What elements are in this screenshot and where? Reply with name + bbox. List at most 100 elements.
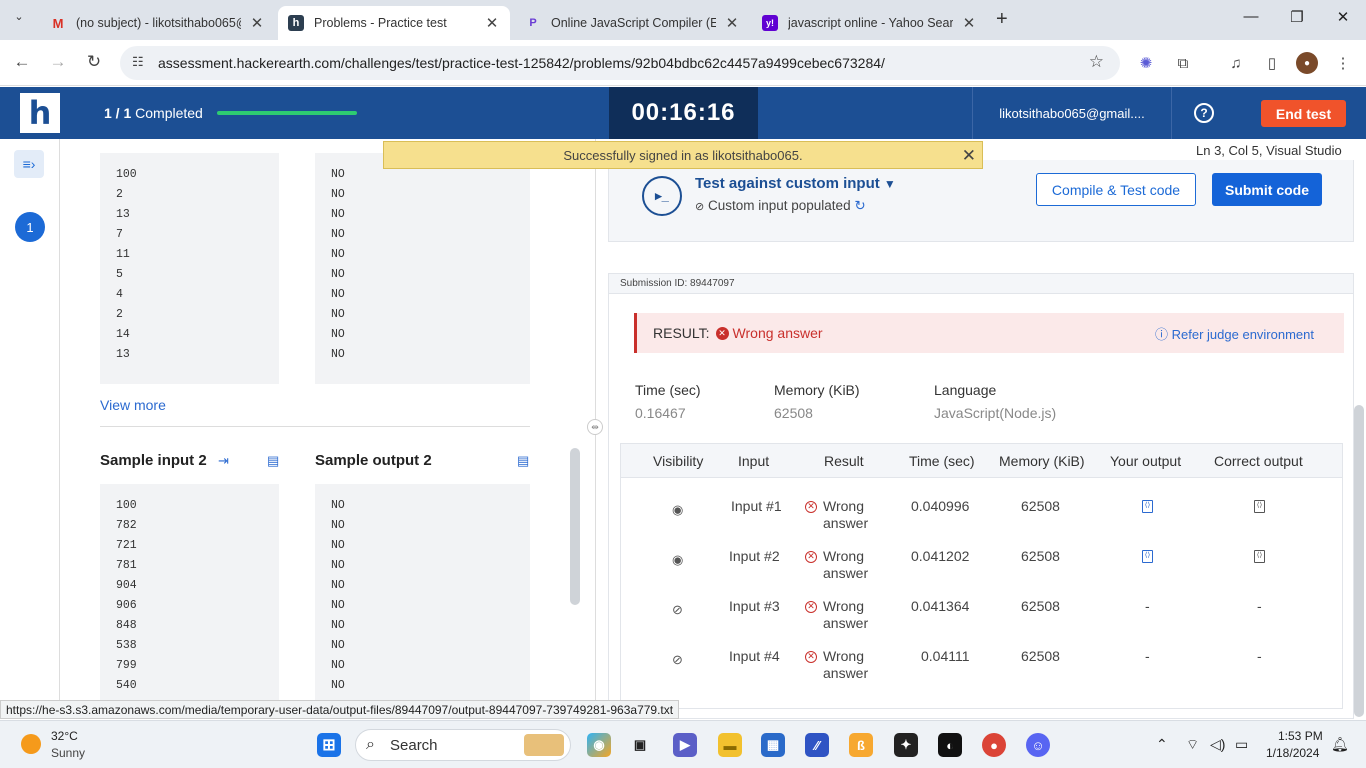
code-line: 848 — [116, 619, 137, 632]
chrome-icon[interactable]: ● — [982, 733, 1006, 757]
your-output-file-icon[interactable]: ⟨⟩ — [1142, 500, 1153, 513]
custom-input-toggle[interactable]: Test against custom input ▼ — [695, 175, 896, 192]
file-explorer-icon[interactable]: ▬ — [718, 733, 742, 757]
wrong-icon: ✕ — [805, 501, 817, 513]
code-line: 538 — [116, 639, 137, 652]
weather-temp[interactable]: 32°C — [51, 729, 78, 743]
custom-input-status: ⊘ Custom input populated ↻ — [695, 198, 866, 213]
your-output-cell: - — [1145, 648, 1150, 664]
close-tab-icon[interactable]: ✕ — [961, 14, 977, 32]
tab-search-button[interactable]: ⌄ — [8, 10, 30, 30]
profile-avatar[interactable]: ● — [1296, 52, 1318, 74]
code-line: 2 — [116, 188, 123, 201]
discord-icon[interactable]: ☺ — [1026, 733, 1050, 757]
correct-output-file-icon[interactable]: ⟨⟩ — [1254, 500, 1265, 513]
code-line: NO — [331, 499, 345, 512]
battery-icon[interactable]: ▭ — [1235, 736, 1248, 753]
tray-overflow-icon[interactable]: ⌃ — [1156, 736, 1168, 753]
link-preview-status: https://he-s3.s3.amazonaws.com/media/tem… — [0, 700, 680, 719]
browser-tab-gmail[interactable]: M (no subject) - likotsithabo065@ ✕ — [40, 6, 275, 40]
browser-tab-yahoo[interactable]: y! javascript online - Yahoo Search ✕ — [752, 6, 987, 40]
left-panel-scrollbar[interactable] — [570, 448, 580, 605]
extensions-puzzle-icon[interactable]: ⧉ — [1172, 52, 1194, 74]
view-more-link[interactable]: View more — [100, 397, 166, 413]
search-highlight-icon — [524, 734, 564, 756]
browser-tab-hackerearth[interactable]: h Problems - Practice test ✕ — [278, 6, 510, 40]
memory-label: Memory (KiB) — [774, 382, 860, 398]
submission-id: Submission ID: 89447097 — [609, 274, 1353, 294]
restore-icon[interactable]: ❐ — [1282, 8, 1312, 26]
extension-icon[interactable]: ✺ — [1135, 52, 1157, 74]
code-line: NO — [331, 308, 345, 321]
wifi-icon[interactable]: ⌔ — [1186, 736, 1199, 754]
back-icon[interactable]: ← — [10, 52, 34, 72]
close-tab-icon[interactable]: ✕ — [249, 14, 265, 32]
browser-menu-icon[interactable]: ⋮ — [1332, 52, 1354, 74]
github-icon[interactable]: ◐ — [938, 733, 962, 757]
correct-output-file-icon[interactable]: ⟨⟩ — [1254, 550, 1265, 563]
open-input-icon[interactable]: ⇥ — [218, 453, 229, 469]
clock-date[interactable]: 1/18/2024 — [1266, 746, 1319, 760]
app-b-icon[interactable]: ß — [849, 733, 873, 757]
close-toast-icon[interactable]: ✕ — [962, 146, 976, 166]
bookmark-star-icon[interactable]: ☆ — [1089, 52, 1104, 72]
copilot-icon[interactable]: ◉ — [587, 733, 611, 757]
new-tab-icon[interactable]: + — [996, 8, 1008, 31]
toast-message: Successfully signed in as likotsithabo06… — [563, 147, 803, 163]
site-info-icon[interactable]: ☷ — [132, 54, 144, 70]
side-panel-icon[interactable]: ▯ — [1261, 52, 1283, 74]
weather-sun-icon[interactable] — [21, 734, 41, 754]
your-output-file-icon[interactable]: ⟨⟩ — [1142, 550, 1153, 563]
forward-icon[interactable]: → — [46, 52, 70, 72]
address-bar[interactable]: ☷ assessment.hackerearth.com/challenges/… — [120, 46, 1120, 80]
code-line: 100 — [116, 499, 137, 512]
resize-handle-icon[interactable]: ⇹ — [587, 419, 603, 435]
memory-value: 62508 — [774, 405, 813, 421]
section-divider — [100, 426, 530, 427]
code-line: NO — [331, 208, 345, 221]
question-number-button[interactable]: 1 — [15, 212, 45, 242]
close-window-icon[interactable]: ✕ — [1328, 8, 1358, 26]
hackerearth-logo[interactable]: h — [20, 93, 60, 133]
minimize-icon[interactable]: — — [1236, 8, 1266, 25]
code-line: 5 — [116, 268, 123, 281]
refer-judge-link[interactable]: ⓘ Refer judge environment — [1155, 324, 1314, 343]
submit-code-button[interactable]: Submit code — [1212, 173, 1322, 206]
code-line: 7 — [116, 228, 123, 241]
taskbar-search[interactable]: ⌕ Search — [355, 729, 571, 761]
collapse-panel-icon[interactable]: ≡› — [14, 150, 44, 178]
right-panel-scrollbar[interactable] — [1354, 405, 1364, 717]
figma-icon[interactable]: ✦ — [894, 733, 918, 757]
reload-icon[interactable]: ↻ — [82, 52, 106, 72]
clock-time[interactable]: 1:53 PM — [1278, 729, 1323, 743]
refresh-icon[interactable]: ↻ — [854, 198, 865, 213]
code-line: 13 — [116, 208, 130, 221]
correct-output-cell: - — [1257, 648, 1262, 664]
store-icon[interactable]: ▦ — [761, 733, 785, 757]
app-icon[interactable]: ∕∕ — [805, 733, 829, 757]
volume-icon[interactable]: ◁) — [1210, 736, 1225, 753]
weather-desc[interactable]: Sunny — [51, 746, 85, 760]
submission-panel: Submission ID: 89447097 RESULT: ✕ Wrong … — [608, 273, 1354, 719]
copy-output-icon[interactable]: ▤ — [517, 453, 529, 469]
teams-icon[interactable]: ▶ — [673, 733, 697, 757]
code-line: NO — [331, 248, 345, 261]
signin-toast: Successfully signed in as likotsithabo06… — [383, 141, 983, 169]
table-header: Visibility Input Result Time (sec) Memor… — [621, 444, 1342, 478]
notification-bell-icon[interactable]: 🔔︎ — [1331, 736, 1349, 753]
user-email[interactable]: likotsithabo065@gmail.... — [972, 87, 1172, 139]
copy-input-icon[interactable]: ▤ — [267, 453, 279, 469]
close-tab-icon[interactable]: ✕ — [724, 14, 740, 32]
result-cell-line2: answer — [823, 615, 869, 631]
media-control-icon[interactable]: ♫ — [1225, 52, 1247, 74]
task-view-icon[interactable]: ▣ — [628, 733, 652, 757]
code-line: 906 — [116, 599, 137, 612]
compile-test-button[interactable]: Compile & Test code — [1036, 173, 1196, 206]
end-test-button[interactable]: End test — [1261, 100, 1346, 127]
result-label: RESULT: — [653, 325, 710, 341]
help-icon[interactable]: ? — [1194, 103, 1214, 123]
start-icon[interactable]: ⊞ — [317, 733, 341, 757]
eye-off-icon: ⊘ — [672, 652, 683, 667]
close-tab-icon[interactable]: ✕ — [484, 14, 500, 32]
browser-tab-programiz[interactable]: P Online JavaScript Compiler (Edi ✕ — [515, 6, 750, 40]
